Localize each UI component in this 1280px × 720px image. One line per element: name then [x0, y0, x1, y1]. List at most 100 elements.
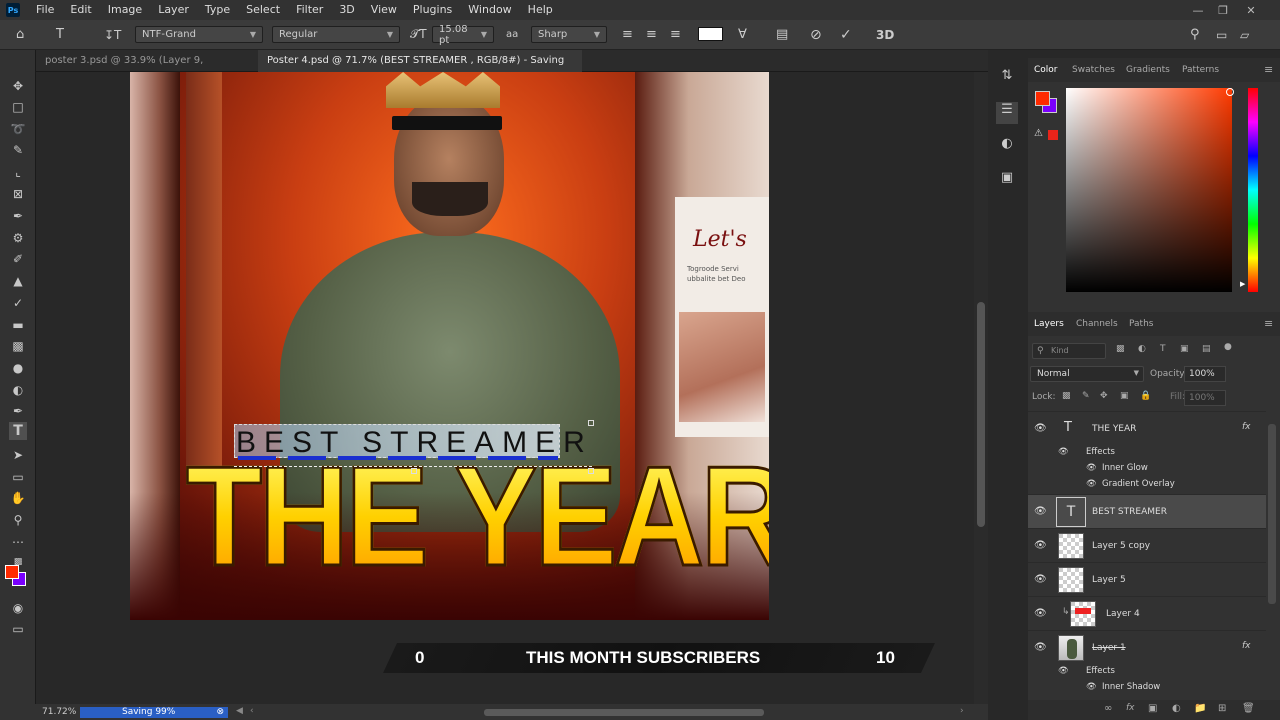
effect-eye-icon[interactable]: 👁 [1086, 463, 1097, 473]
scroll-right-icon[interactable]: › [960, 706, 964, 716]
visibility-eye-icon[interactable]: 👁 [1034, 574, 1047, 585]
effect-eye-icon[interactable]: 👁 [1086, 682, 1097, 692]
dodge-tool-icon[interactable]: ◐ [9, 381, 27, 399]
lock-image-icon[interactable]: ✎ [1082, 391, 1090, 401]
layer-name[interactable]: Layer 4 [1106, 609, 1140, 619]
layer-filter-search[interactable]: ⚲ Kind [1032, 343, 1106, 359]
fill-field[interactable]: 100% [1184, 390, 1226, 406]
gamut-color-chip[interactable] [1048, 130, 1058, 140]
tab-poster-4[interactable]: Poster 4.psd @ 71.7% (BEST STREAMER , RG… [258, 50, 582, 88]
tab-swatches[interactable]: Swatches [1072, 65, 1115, 75]
layers-panel-menu-icon[interactable]: ≡ [1264, 317, 1273, 330]
visibility-eye-icon[interactable]: 👁 [1034, 423, 1047, 434]
layer-name[interactable]: BEST STREAMER [1092, 507, 1167, 517]
workspace-icon[interactable]: ▭ [1216, 26, 1227, 43]
transform-handle[interactable] [588, 468, 594, 474]
transform-handle[interactable] [588, 420, 594, 426]
lock-artboard-icon[interactable]: ▣ [1120, 391, 1129, 401]
new-layer-icon[interactable]: ⊞ [1218, 703, 1226, 714]
menu-filter[interactable]: Filter [288, 0, 331, 20]
tab-paths[interactable]: Paths [1129, 319, 1153, 329]
color-field[interactable] [1066, 88, 1232, 292]
color-picker-marker[interactable] [1226, 88, 1234, 96]
link-layers-icon[interactable]: ∞ [1104, 703, 1112, 714]
font-family-dropdown[interactable]: NTF-Grand ▼ [135, 26, 263, 43]
layer-fx-icon[interactable]: fx [1242, 422, 1251, 432]
menu-image[interactable]: Image [100, 0, 150, 20]
add-mask-icon[interactable]: ▣ [1148, 703, 1157, 714]
the-year-headline[interactable]: THE YEAR [185, 440, 769, 593]
effect-eye-icon[interactable]: 👁 [1086, 479, 1097, 489]
layer-row-layer-1[interactable]: 👁 Layer 1 fx [1028, 630, 1266, 664]
blend-mode-dropdown[interactable]: Normal ▼ [1030, 366, 1144, 382]
restore-icon[interactable]: ❐ [1210, 0, 1236, 20]
layer-row-the-year[interactable]: 👁 T THE YEAR fx [1028, 411, 1266, 445]
marquee-tool-icon[interactable]: □ [9, 98, 27, 116]
menu-file[interactable]: File [28, 0, 62, 20]
adjustments-panel-icon[interactable]: ☰ [996, 102, 1018, 124]
crop-tool-icon[interactable]: ⌞ [9, 163, 27, 181]
tab-poster-3[interactable]: poster 3.psd @ 33.9% (Layer 9, RGB/8#) *… [36, 50, 256, 88]
document-canvas[interactable]: Let's Togroode Servi ubbalite bet Deo BE… [130, 72, 769, 620]
filter-adjustment-icon[interactable]: ◐ [1138, 344, 1146, 354]
pen-tool-icon[interactable]: ✒ [9, 402, 27, 420]
layer-row-layer-5[interactable]: 👁 Layer 5 [1028, 562, 1266, 596]
menu-3d[interactable]: 3D [331, 0, 362, 20]
screen-mode-icon[interactable]: ▭ [9, 620, 27, 638]
align-left-icon[interactable]: ≡ [622, 26, 633, 43]
layer-row-layer-4[interactable]: 👁 ↳ Layer 4 [1028, 596, 1266, 630]
move-tool-icon[interactable]: ✥ [9, 77, 27, 95]
panel-menu-icon[interactable]: ≡ [1264, 63, 1273, 76]
layer-fx-icon[interactable]: fx [1242, 641, 1251, 651]
foreground-color-swatch[interactable] [5, 565, 19, 579]
menu-select[interactable]: Select [238, 0, 288, 20]
minimize-icon[interactable]: — [1185, 0, 1211, 20]
commit-icon[interactable]: ✓ [840, 26, 852, 43]
close-icon[interactable]: ✕ [1238, 0, 1264, 20]
effects-eye-icon[interactable]: 👁 [1058, 447, 1069, 457]
effect-inner-shadow[interactable]: Inner Shadow [1102, 682, 1160, 692]
add-style-icon[interactable]: fx [1126, 703, 1135, 713]
tab-color[interactable]: Color [1034, 65, 1058, 75]
foreground-color-chip[interactable] [1035, 91, 1050, 106]
opacity-field[interactable]: 100% [1184, 366, 1226, 382]
history-brush-tool-icon[interactable]: ✓ [9, 294, 27, 312]
layer-name[interactable]: Layer 5 [1092, 575, 1126, 585]
menu-type[interactable]: Type [197, 0, 238, 20]
font-style-dropdown[interactable]: Regular ▼ [272, 26, 400, 43]
tab-gradients[interactable]: Gradients [1126, 65, 1170, 75]
horizontal-scroll-thumb[interactable] [484, 709, 764, 716]
vertical-scrollbar[interactable] [974, 72, 988, 704]
libraries-panel-icon[interactable]: ▣ [996, 170, 1018, 192]
cancel-icon[interactable]: ⊘ [810, 26, 822, 43]
visibility-eye-icon[interactable]: 👁 [1034, 642, 1047, 653]
eraser-tool-icon[interactable]: ▬ [9, 316, 27, 334]
frame-tool-icon[interactable]: ⊠ [9, 185, 27, 203]
lasso-tool-icon[interactable]: ➰ [9, 120, 27, 138]
zoom-tool-icon[interactable]: ⚲ [9, 511, 27, 529]
type-tool-preset-icon[interactable]: T [56, 26, 64, 43]
vertical-scroll-thumb[interactable] [977, 302, 985, 527]
layer-name[interactable]: THE YEAR [1092, 424, 1136, 434]
text-color-swatch[interactable] [698, 27, 723, 41]
layer-row-layer-5-copy[interactable]: 👁 Layer 5 copy [1028, 528, 1266, 562]
gradient-tool-icon[interactable]: ▩ [9, 337, 27, 355]
share-icon[interactable]: ▱ [1240, 26, 1249, 43]
effect-inner-glow[interactable]: Inner Glow [1102, 463, 1148, 473]
visibility-eye-icon[interactable]: 👁 [1034, 608, 1047, 619]
menu-view[interactable]: View [363, 0, 405, 20]
eyedropper-tool-icon[interactable]: ✒ [9, 207, 27, 225]
align-center-icon[interactable]: ≡ [646, 26, 657, 43]
filter-pixel-icon[interactable]: ▩ [1116, 344, 1125, 354]
antialias-dropdown[interactable]: Sharp ▼ [531, 26, 607, 43]
history-panel-icon[interactable]: ⇅ [996, 68, 1018, 90]
lock-all-icon[interactable]: 🔒 [1140, 391, 1151, 401]
new-adjustment-icon[interactable]: ◐ [1172, 703, 1181, 714]
properties-panel-icon[interactable]: ◐ [996, 136, 1018, 158]
character-panel-icon[interactable]: ▤ [776, 26, 788, 43]
menu-window[interactable]: Window [460, 0, 519, 20]
search-icon[interactable]: ⚲ [1190, 26, 1200, 43]
canvas-area[interactable]: Let's Togroode Servi ubbalite bet Deo BE… [36, 72, 974, 704]
hand-tool-icon[interactable]: ✋ [9, 489, 27, 507]
menu-plugins[interactable]: Plugins [405, 0, 460, 20]
